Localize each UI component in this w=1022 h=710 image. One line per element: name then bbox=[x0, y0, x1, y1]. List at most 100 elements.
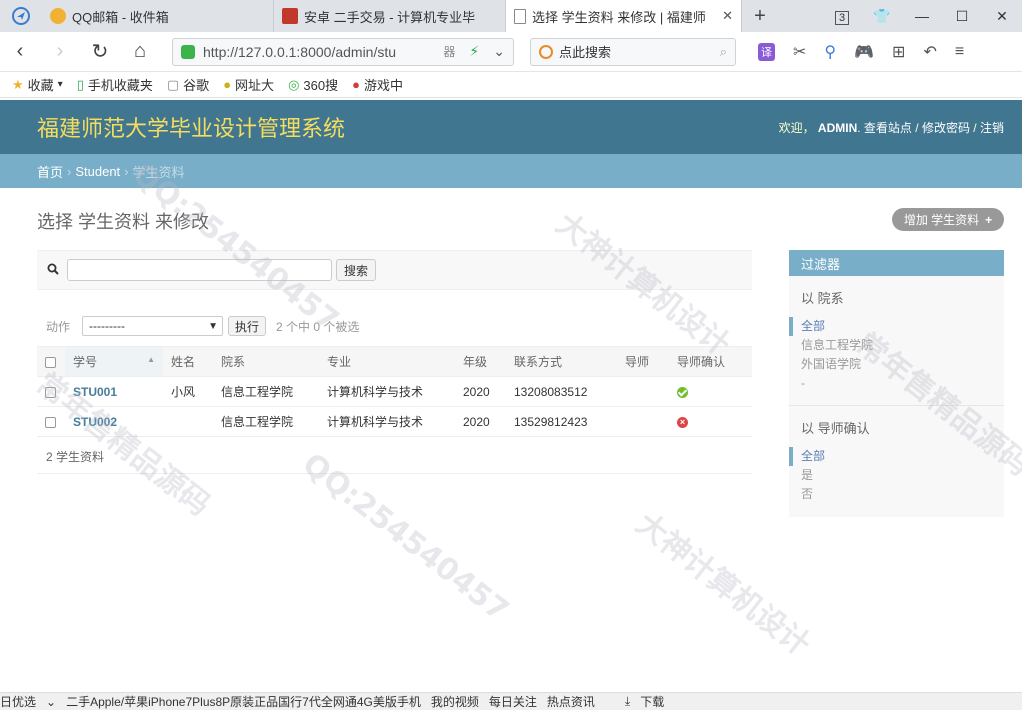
home-icon[interactable]: ⌂ bbox=[120, 40, 160, 63]
action-label: 动作 bbox=[46, 319, 71, 334]
chevron-down-icon[interactable]: ⌄ bbox=[493, 43, 505, 60]
download-icon[interactable]: ⤓ bbox=[625, 694, 630, 709]
add-student-button[interactable]: 增加 学生资料 + bbox=[892, 208, 1004, 231]
bookmark-360[interactable]: ◎ 360搜 bbox=[288, 75, 338, 94]
column-header[interactable]: 导师 bbox=[617, 346, 669, 377]
breadcrumb-separator: › bbox=[67, 163, 72, 179]
column-header[interactable]: 联系方式 bbox=[506, 346, 617, 377]
360-search-icon: ◎ bbox=[288, 76, 300, 92]
browser-search-input[interactable]: 点此搜索 ⌕ bbox=[530, 37, 736, 66]
bookmark-mobile[interactable]: ▯ 手机收藏夹 bbox=[77, 75, 153, 94]
changelist-search: 搜索 bbox=[37, 250, 752, 290]
status-item[interactable]: 下载 bbox=[640, 693, 664, 710]
bookmark-favorites[interactable]: ★ 收藏 ▾ bbox=[12, 75, 63, 94]
bookmark-sites[interactable]: ● 网址大 bbox=[223, 75, 274, 94]
select-all-checkbox[interactable] bbox=[45, 356, 56, 368]
row-select-cell bbox=[37, 376, 65, 407]
browser-home-icon[interactable] bbox=[0, 0, 42, 32]
status-item[interactable]: 日优选 bbox=[0, 693, 36, 710]
actions-bar: 动作 --------- ▼ 执行 2 个中 0 个被选 bbox=[37, 313, 752, 339]
breadcrumb-home[interactable]: 首页 bbox=[37, 162, 63, 181]
tab-count: 3 bbox=[834, 11, 850, 25]
filter-item[interactable]: 否 bbox=[801, 485, 1004, 504]
row-checkbox[interactable] bbox=[45, 416, 56, 428]
column-header[interactable]: 院系 bbox=[213, 346, 319, 377]
column-header[interactable]: 导师确认 bbox=[669, 346, 752, 377]
new-tab-button[interactable]: + bbox=[742, 0, 778, 32]
bookmark-games[interactable]: ● 游戏中 bbox=[352, 75, 403, 94]
filter-divider bbox=[789, 405, 1004, 406]
column-header[interactable]: 学号 ▲ bbox=[65, 346, 163, 377]
filter-panel: 过滤器 以 院系 全部 信息工程学院 外国语学院 - 以 导师确认 全部 是 否 bbox=[789, 250, 1004, 517]
table-cell: 13529812423 bbox=[506, 406, 617, 437]
search-icon[interactable]: ⌕ bbox=[720, 44, 727, 60]
browser-statusbar: 日优选 ⌄ 二手Apple/苹果iPhone7Plus8P原装正品国行7代全网通… bbox=[0, 692, 1022, 710]
menu-icon[interactable]: ≡ bbox=[955, 43, 964, 61]
url-field[interactable]: http://127.0.0.1:8000/admin/stu 器 ⚡ ⌄ bbox=[172, 37, 514, 66]
change-password-link[interactable]: 修改密码 bbox=[922, 121, 970, 135]
view-site-link[interactable]: 查看站点 bbox=[864, 121, 912, 135]
filter-item[interactable]: 信息工程学院 bbox=[801, 336, 1004, 355]
breadcrumb-app[interactable]: Student bbox=[75, 164, 120, 179]
table-cell: 小风 bbox=[163, 376, 213, 407]
chevron-down-icon: ⌄ bbox=[46, 694, 57, 709]
logout-link[interactable]: 注销 bbox=[980, 121, 1004, 135]
reload-icon[interactable]: ↻ bbox=[80, 39, 120, 64]
bookmark-label: 谷歌 bbox=[183, 78, 210, 93]
status-item[interactable]: 每日关注 bbox=[489, 693, 537, 710]
maximize-icon[interactable]: ☐ bbox=[942, 8, 982, 25]
run-action-button[interactable]: 执行 bbox=[228, 316, 267, 336]
gamepad-icon[interactable]: 🎮 bbox=[854, 42, 874, 62]
filter-item[interactable]: 外国语学院 bbox=[801, 355, 1004, 374]
filter-item[interactable]: 全部 bbox=[789, 317, 1004, 336]
minimize-icon[interactable]: — bbox=[902, 8, 942, 24]
table-cell: 计算机科学与技术 bbox=[319, 406, 455, 437]
bookmark-label: 收藏 bbox=[27, 78, 54, 93]
status-item[interactable]: 热点资讯 bbox=[547, 693, 595, 710]
magnifier-icon[interactable]: ⚲ bbox=[824, 42, 836, 62]
back-icon[interactable]: ‹ bbox=[0, 40, 40, 63]
tab-count-icon[interactable]: 3 bbox=[822, 8, 862, 25]
table-cell bbox=[617, 406, 669, 437]
filter-item[interactable]: 全部 bbox=[789, 447, 1004, 466]
tab-second-hand[interactable]: 安卓 二手交易 - 计算机专业毕 bbox=[274, 0, 506, 32]
tab-qq-mail[interactable]: QQ邮箱 - 收件箱 bbox=[42, 0, 274, 32]
forward-icon[interactable]: › bbox=[40, 40, 80, 63]
undo-icon[interactable]: ↶ bbox=[923, 42, 936, 62]
grid-icon[interactable]: ⊞ bbox=[892, 42, 905, 62]
column-header[interactable]: 年级 bbox=[455, 346, 506, 377]
qq-mail-icon bbox=[50, 8, 66, 24]
sort-up-icon[interactable]: ▲ bbox=[147, 355, 155, 364]
bookmark-label: 手机收藏夹 bbox=[87, 78, 153, 93]
browser-tabbar: QQ邮箱 - 收件箱 安卓 二手交易 - 计算机专业毕 选择 学生资料 来修改 … bbox=[0, 0, 1022, 32]
tab-student-admin[interactable]: 选择 学生资料 来修改 | 福建师 ✕ bbox=[506, 0, 742, 32]
close-icon[interactable]: ✕ bbox=[722, 8, 733, 24]
bookmark-google[interactable]: ▢ 谷歌 bbox=[167, 75, 209, 94]
row-checkbox[interactable] bbox=[45, 386, 56, 398]
results-table: 学号 ▲ 姓名 院系 专业 年级 联系方式 导师 导师确认 STU001 小风 信… bbox=[37, 346, 752, 437]
breadcrumb: 首页 › Student › 学生资料 bbox=[0, 154, 1022, 188]
confirm-cell bbox=[669, 376, 752, 407]
breadcrumb-separator: › bbox=[124, 163, 129, 179]
student-id-link[interactable]: STU001 bbox=[73, 385, 117, 399]
status-item[interactable]: 我的视频 bbox=[431, 693, 479, 710]
student-id-link[interactable]: STU002 bbox=[73, 415, 117, 429]
tab-title: 安卓 二手交易 - 计算机专业毕 bbox=[304, 9, 476, 25]
column-header[interactable]: 专业 bbox=[319, 346, 455, 377]
lightning-icon[interactable]: ⚡ bbox=[469, 43, 479, 60]
phone-icon: ▯ bbox=[76, 76, 84, 92]
column-header[interactable]: 姓名 bbox=[163, 346, 213, 377]
site-title[interactable]: 福建师范大学毕业设计管理系统 bbox=[37, 111, 345, 143]
search-input[interactable] bbox=[67, 259, 332, 281]
translate-icon[interactable]: 译 bbox=[758, 42, 775, 61]
shirt-icon[interactable]: 👕 bbox=[862, 8, 902, 25]
select-all-header bbox=[37, 346, 65, 377]
status-item[interactable]: 二手Apple/苹果iPhone7Plus8P原装正品国行7代全网通4G美版手机 bbox=[66, 693, 421, 710]
search-button[interactable]: 搜索 bbox=[336, 259, 377, 281]
filter-item[interactable]: 是 bbox=[801, 466, 1004, 485]
web-icon: ● bbox=[223, 77, 232, 92]
filter-item[interactable]: - bbox=[801, 374, 1004, 393]
action-select[interactable]: --------- ▼ bbox=[82, 316, 224, 336]
scissors-icon[interactable]: ✂ bbox=[793, 42, 806, 62]
window-close-icon[interactable]: ✕ bbox=[982, 8, 1022, 25]
